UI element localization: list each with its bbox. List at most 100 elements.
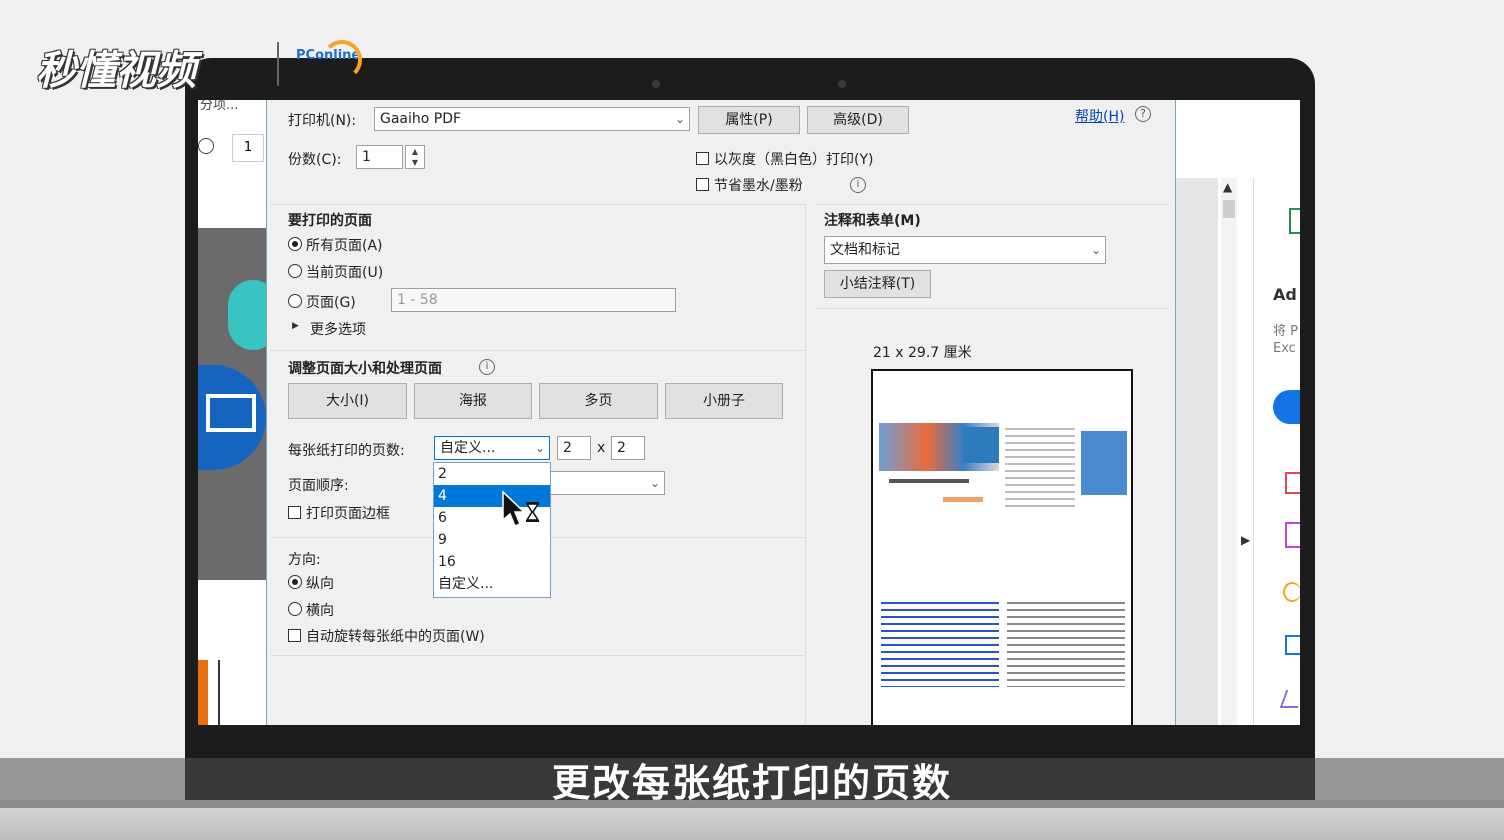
print-border-label: 打印页面边框 (306, 506, 390, 522)
times-label: x (597, 440, 606, 456)
pages-heading: 要打印的页面 (288, 213, 372, 229)
save-ink-checkbox[interactable] (696, 178, 709, 191)
separator (271, 350, 805, 351)
subtitle-caption: 更改每张纸打印的页数 (551, 761, 952, 805)
grayscale-label: 以灰度（黑白色）打印(Y) (714, 152, 874, 168)
scroll-thumb[interactable] (1223, 200, 1235, 218)
preview-scroll-area (1173, 178, 1218, 725)
grayscale-checkbox[interactable] (696, 152, 709, 165)
all-pages-label: 所有页面(A) (306, 238, 383, 254)
background-tab-text: 分项... (200, 100, 239, 113)
printer-value: Gaaiho PDF (380, 111, 462, 127)
background-nav-icon[interactable] (198, 138, 214, 154)
background-divider (218, 660, 220, 725)
dropdown-option-2[interactable]: 2 (434, 463, 550, 485)
pages-per-sheet-value: 自定义... (440, 440, 496, 456)
monitor-icon (206, 394, 256, 432)
dropdown-option-16[interactable]: 16 (434, 551, 550, 573)
pages-per-sheet-select[interactable]: 自定义... ⌄ (434, 436, 550, 460)
landscape-radio[interactable] (288, 602, 302, 616)
chevron-down-icon: ⌄ (1090, 243, 1101, 257)
camera-dot (652, 80, 660, 88)
help-icon[interactable]: ? (1135, 106, 1151, 122)
screen: 分项... 1 ▲ ▶ Ad 将 P Exc 打印机(N): Gaaiho PD… (198, 100, 1300, 725)
current-page-label: 当前页面(U) (306, 265, 384, 281)
organize-tool-icon[interactable] (1285, 522, 1300, 548)
preview-page-4 (1007, 597, 1125, 687)
pages-per-sheet-label: 每张纸打印的页数: (288, 443, 405, 459)
background-page-box[interactable]: 1 (232, 134, 264, 162)
orientation-heading: 方向: (288, 552, 321, 568)
portrait-label: 纵向 (306, 576, 334, 592)
comment-tool-icon[interactable] (1283, 582, 1300, 602)
print-dialog: 打印机(N): Gaaiho PDF ⌄ 属性(P) 高级(D) 帮助(H) ?… (266, 100, 1176, 725)
dropdown-option-custom[interactable]: 自定义... (434, 573, 550, 595)
comments-heading: 注释和表单(M) (824, 213, 921, 229)
resize-heading: 调整页面大小和处理页面 (288, 361, 442, 377)
print-preview (871, 369, 1133, 725)
save-ink-label: 节省墨水/墨粉 (714, 178, 803, 194)
watermark-divider (277, 42, 279, 86)
excel-tool-icon[interactable] (1289, 208, 1300, 234)
help-link[interactable]: 帮助(H) (1075, 106, 1124, 126)
chevron-down-icon: ⌄ (674, 112, 685, 126)
brand-watermark: 秒懂视频 (36, 48, 196, 94)
custom-rows-input[interactable]: 2 (611, 436, 645, 460)
more-options-link[interactable]: 更多选项 (310, 319, 366, 339)
scroll-up-icon[interactable]: ▲ (1223, 180, 1232, 194)
tools-line-1: 将 P (1273, 324, 1298, 339)
separator (815, 308, 1169, 309)
size-tab-button[interactable]: 大小(I) (288, 383, 407, 419)
paper-size-label: 21 x 29.7 厘米 (873, 345, 972, 361)
landscape-label: 横向 (306, 603, 334, 619)
preview-text (889, 479, 969, 483)
printer-label: 打印机(N): (288, 113, 357, 129)
summarize-comments-button[interactable]: 小结注释(T) (824, 270, 931, 298)
portrait-radio[interactable] (288, 575, 302, 589)
page-order-label: 页面顺序: (288, 478, 349, 494)
separator (271, 204, 805, 205)
multiple-tab-button[interactable]: 多页 (539, 383, 658, 419)
printer-select[interactable]: Gaaiho PDF ⌄ (374, 107, 690, 131)
comments-select[interactable]: 文档和标记 ⌄ (824, 236, 1106, 264)
all-pages-radio[interactable] (288, 237, 302, 251)
expand-triangle-icon[interactable]: ▶ (292, 321, 299, 331)
tools-heading: Ad (1273, 285, 1297, 304)
copies-label: 份数(C): (288, 152, 342, 168)
tools-line-2: Exc (1273, 341, 1296, 356)
preview-text (943, 497, 983, 502)
info-icon[interactable]: i (850, 177, 866, 193)
chevron-down-icon: ⌄ (534, 441, 545, 455)
pages-range-input[interactable]: 1 - 58 (391, 288, 676, 312)
separator (271, 655, 805, 656)
preview-image (1081, 431, 1127, 495)
scrollbar[interactable] (1221, 178, 1237, 725)
panel-expand-icon[interactable]: ▶ (1241, 533, 1250, 547)
pages-label: 页面(G) (306, 295, 356, 311)
poster-tab-button[interactable]: 海报 (414, 383, 532, 419)
booklet-tab-button[interactable]: 小册子 (665, 383, 783, 419)
column-divider (805, 204, 806, 725)
chevron-down-icon: ⌄ (649, 476, 660, 490)
custom-columns-input[interactable]: 2 (557, 436, 591, 460)
auto-rotate-label: 自动旋转每张纸中的页面(W) (306, 629, 485, 645)
print-border-checkbox[interactable] (288, 506, 301, 519)
background-thumbnail (198, 660, 208, 725)
auto-rotate-checkbox[interactable] (288, 629, 301, 642)
current-page-radio[interactable] (288, 264, 302, 278)
properties-button[interactable]: 属性(P) (698, 106, 800, 134)
preview-page-3 (881, 597, 999, 687)
pages-radio[interactable] (288, 294, 302, 308)
comments-value: 文档和标记 (830, 242, 900, 258)
advanced-button[interactable]: 高级(D) (807, 106, 909, 134)
background-right-pane: ▲ ▶ Ad 将 P Exc (1173, 100, 1300, 725)
sensor-dot (838, 80, 846, 88)
copies-stepper[interactable]: ▲ ▼ (405, 145, 425, 169)
compress-tool-icon[interactable] (1285, 635, 1300, 655)
info-icon[interactable]: i (479, 359, 495, 375)
export-tool-icon[interactable] (1285, 472, 1300, 494)
page-order-select[interactable]: ⌄ (547, 471, 665, 495)
copies-input[interactable]: 1 (356, 145, 403, 169)
convert-button[interactable] (1273, 390, 1300, 424)
preview-page-2 (1005, 423, 1075, 507)
